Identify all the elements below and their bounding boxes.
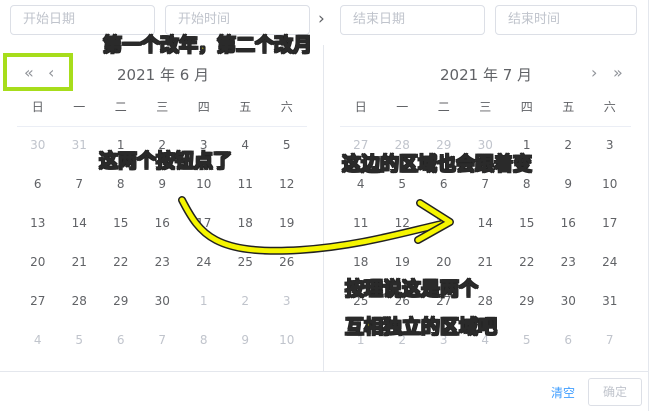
annotation-arrow-icon — [178, 196, 454, 255]
